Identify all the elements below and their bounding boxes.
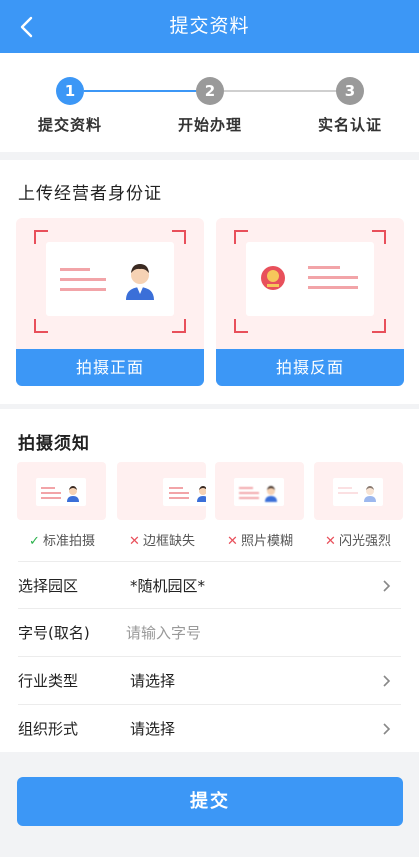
step-3-label: 实名认证 [317,116,382,134]
org-form-select-row[interactable]: 组织形式 请选择 [18,705,401,753]
frame-corner [372,230,386,244]
upload-section-title: 上传经营者身份证 [18,184,162,204]
id-back-illustration [246,242,374,316]
sample-blurry [215,462,304,520]
id-front-icon [60,264,154,300]
id-front-card[interactable]: 拍摄正面 [16,218,204,386]
frame-corner [172,319,186,333]
id-back-icon [261,266,358,290]
id-front-icon [169,486,206,502]
id-front-illustration [46,242,174,316]
trade-name-input[interactable] [126,621,366,645]
capture-back-button[interactable]: 拍摄反面 [216,349,404,386]
sample-label-text: 照片模糊 [240,534,293,549]
trade-name-label: 字号(取名) [18,624,90,642]
frame-corner [234,319,248,333]
cross-icon: ✕ [227,534,238,549]
frame-corner [372,319,386,333]
frame-corner [34,319,48,333]
id-front-icon [338,486,376,502]
park-label: 选择园区 [18,577,79,595]
sample-label-glare: ✕ 闪光强烈 [308,530,408,549]
check-icon: ✓ [29,534,40,549]
id-front-icon [41,486,79,502]
org-form-value: 请选择 [130,720,176,738]
sample-label-text: 边框缺失 [142,534,195,549]
org-form-label: 组织形式 [18,720,79,738]
page-title: 提交资料 [169,15,250,37]
industry-label: 行业类型 [18,672,79,690]
step-1-label: 提交资料 [37,116,102,134]
step-3: 3 实名认证 [295,77,405,135]
chevron-right-icon [383,675,391,687]
progress-steps: 1 提交资料 2 开始办理 3 实名认证 [0,53,419,152]
capture-front-button[interactable]: 拍摄正面 [16,349,204,386]
notice-title: 拍摄须知 [18,434,90,454]
app-header: 提交资料 [0,0,419,53]
sample-label-standard: ✓ 标准拍摄 [12,530,112,549]
step-2-number: 2 [196,77,224,105]
id-back-card[interactable]: 拍摄反面 [216,218,404,386]
step-2: 2 开始办理 [155,77,265,135]
trade-name-row: 字号(取名) [18,609,401,657]
submit-button[interactable]: 提交 [17,777,403,826]
step-1-number: 1 [56,77,84,105]
cross-icon: ✕ [129,534,140,549]
sample-card [36,478,86,506]
frame-corner [172,230,186,244]
sample-card [163,478,206,506]
id-front-icon [239,486,277,502]
step-3-number: 3 [336,77,364,105]
park-value: *随机园区* [130,577,206,595]
step-2-label: 开始办理 [177,116,242,134]
sample-label-text: 闪光强烈 [338,534,391,549]
industry-select-row[interactable]: 行业类型 请选择 [18,657,401,705]
step-1: 1 提交资料 [15,77,125,135]
chevron-right-icon [383,723,391,735]
sample-card [333,478,383,506]
sample-card [234,478,284,506]
photo-notice-section: 拍摄须知 ✓ 标准拍摄 ✕ 边框缺失 ✕ 照片模糊 ✕ 闪光强烈 选择园区 *随… [0,409,419,752]
sample-label-blurry: ✕ 照片模糊 [210,530,310,549]
id-upload-section: 上传经营者身份证 拍摄正面 拍摄反面 [0,160,419,404]
cross-icon: ✕ [325,534,336,549]
sample-label-missing-border: ✕ 边框缺失 [112,530,212,549]
chevron-right-icon [383,580,391,592]
park-select-row[interactable]: 选择园区 *随机园区* [18,561,401,609]
sample-glare [314,462,403,520]
sample-label-text: 标准拍摄 [42,534,95,549]
industry-value: 请选择 [130,672,176,690]
sample-missing-border [117,462,206,520]
sample-standard [17,462,106,520]
